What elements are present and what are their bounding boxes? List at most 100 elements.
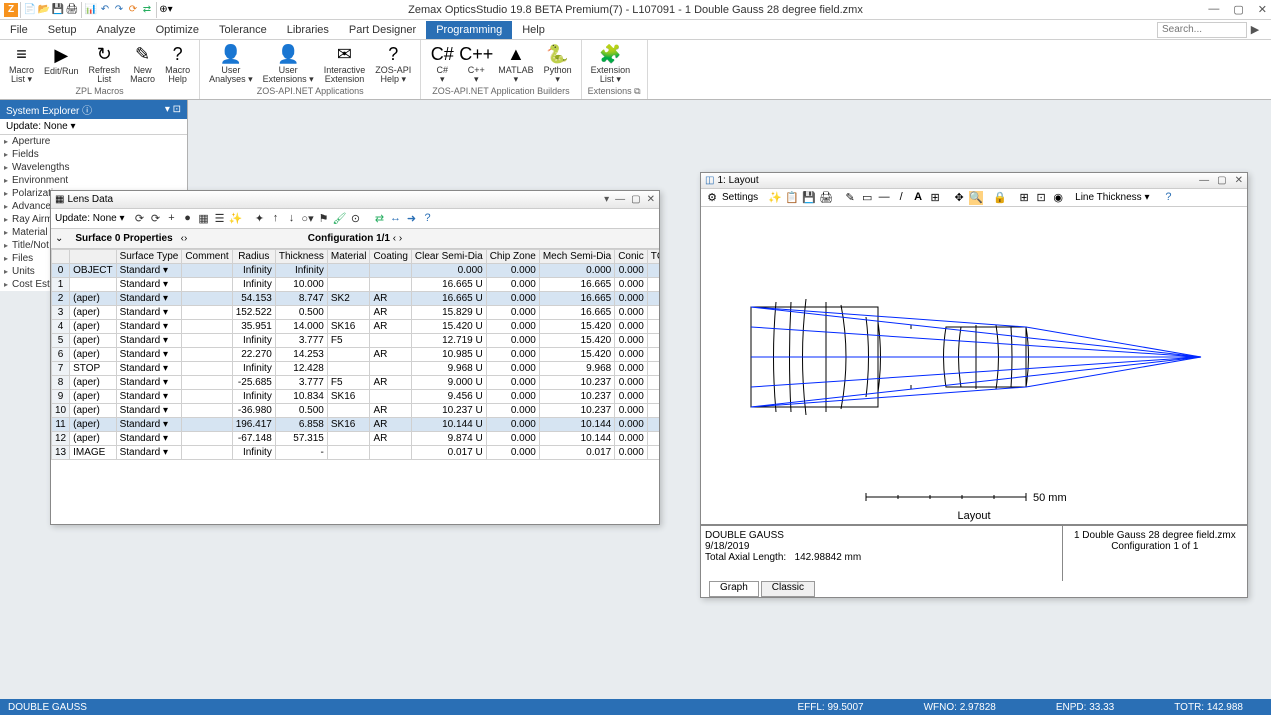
- col-chip-zone[interactable]: Chip Zone: [486, 250, 539, 264]
- close-icon[interactable]: ✕: [647, 194, 655, 205]
- table-row[interactable]: 9(aper)Standard ▾Infinity10.834SK169.456…: [52, 390, 660, 404]
- ribbon-c-[interactable]: C#C# ▾: [427, 42, 457, 84]
- help-icon[interactable]: ?: [421, 212, 435, 226]
- dropdown-icon[interactable]: ▾: [604, 194, 609, 205]
- save-icon[interactable]: 💾: [802, 191, 816, 205]
- col-clear-semi-dia[interactable]: Clear Semi-Dia: [411, 250, 486, 264]
- rect-icon[interactable]: ▭: [860, 191, 874, 205]
- table-row[interactable]: 3(aper)Standard ▾152.5220.500AR15.829 U0…: [52, 306, 660, 320]
- table-row[interactable]: 2(aper)Standard ▾54.1538.747SK2AR16.665 …: [52, 292, 660, 306]
- table-row[interactable]: 8(aper)Standard ▾-25.6853.777F5AR9.000 U…: [52, 376, 660, 390]
- new-icon[interactable]: 📄: [23, 3, 37, 17]
- layout-plot[interactable]: 50 mm Layout: [701, 207, 1247, 525]
- maximize-icon[interactable]: ▢: [1233, 3, 1243, 16]
- maximize-icon[interactable]: ▢: [631, 194, 640, 205]
- minimize-icon[interactable]: —: [1199, 175, 1209, 186]
- table-row[interactable]: 11(aper)Standard ▾196.4176.858SK16AR10.1…: [52, 418, 660, 432]
- flag-icon[interactable]: ⚑: [317, 212, 331, 226]
- expand-icon[interactable]: ⌄: [51, 233, 67, 244]
- col-material[interactable]: Material: [327, 250, 370, 264]
- refresh2-icon[interactable]: ⟳: [149, 212, 163, 226]
- grid-icon[interactable]: ▦: [197, 212, 211, 226]
- col-comment[interactable]: Comment: [182, 250, 232, 264]
- sphere-icon[interactable]: ●: [181, 212, 195, 226]
- explorer-item-environment[interactable]: Environment: [0, 174, 187, 187]
- ruler-icon[interactable]: ⊞: [928, 191, 942, 205]
- copy-icon[interactable]: 📋: [785, 191, 799, 205]
- tab-graph[interactable]: Graph: [709, 581, 759, 597]
- menu-programming[interactable]: Programming: [426, 21, 512, 39]
- lens-data-table[interactable]: Surface TypeCommentRadiusThicknessMateri…: [51, 249, 659, 460]
- undo-icon[interactable]: ↶: [98, 3, 112, 17]
- search-input[interactable]: [1157, 22, 1247, 38]
- pencil-icon[interactable]: ✎: [843, 191, 857, 205]
- col-surface-type[interactable]: Surface Type: [116, 250, 182, 264]
- arrow-icon[interactable]: ↔: [389, 212, 403, 226]
- minimize-icon[interactable]: —: [1208, 3, 1219, 16]
- slash-icon[interactable]: /: [894, 191, 908, 205]
- search-go-icon[interactable]: ▶: [1247, 23, 1263, 36]
- close-icon[interactable]: ✕: [1258, 3, 1267, 16]
- ribbon-refresh[interactable]: ↻Refresh List: [86, 42, 124, 84]
- table-row[interactable]: 0OBJECTStandard ▾InfinityInfinity0.0000.…: [52, 264, 660, 278]
- text-icon[interactable]: A: [911, 191, 925, 205]
- win2-icon[interactable]: ⊡: [1034, 191, 1048, 205]
- toggle-icon[interactable]: ⊙: [349, 212, 363, 226]
- ribbon-macro[interactable]: ≡Macro List ▾: [6, 42, 37, 84]
- ribbon-extension[interactable]: 🧩Extension List ▾: [588, 42, 634, 84]
- menu-optimize[interactable]: Optimize: [146, 21, 209, 39]
- menu-tolerance[interactable]: Tolerance: [209, 21, 277, 39]
- table-row[interactable]: 1Standard ▾Infinity10.00016.665 U0.00016…: [52, 278, 660, 292]
- target-icon[interactable]: ⊕▾: [159, 3, 173, 17]
- menu-libraries[interactable]: Libraries: [277, 21, 339, 39]
- col-coating[interactable]: Coating: [370, 250, 411, 264]
- tab-classic[interactable]: Classic: [761, 581, 815, 597]
- dash-icon[interactable]: —: [877, 191, 891, 205]
- col-radius[interactable]: Radius: [232, 250, 275, 264]
- ribbon-edit-run[interactable]: ▶Edit/Run: [41, 42, 82, 84]
- help-icon[interactable]: ?: [1161, 191, 1175, 205]
- ribbon-zos-api[interactable]: ?ZOS-API Help ▾: [372, 42, 414, 84]
- goto-icon[interactable]: ➜: [405, 212, 419, 226]
- update-dropdown[interactable]: Update: None ▾: [55, 213, 125, 224]
- table-row[interactable]: 7STOPStandard ▾Infinity12.4289.968 U0.00…: [52, 362, 660, 376]
- explorer-item-wavelengths[interactable]: Wavelengths: [0, 161, 187, 174]
- table-row[interactable]: 10(aper)Standard ▾-36.9800.500AR10.237 U…: [52, 404, 660, 418]
- minimize-icon[interactable]: —: [615, 194, 625, 205]
- bars-icon[interactable]: ☰: [213, 212, 227, 226]
- win1-icon[interactable]: ⊞: [1017, 191, 1031, 205]
- col-thickness[interactable]: Thickness: [275, 250, 327, 264]
- ribbon-user[interactable]: 👤User Extensions ▾: [260, 42, 317, 84]
- ribbon-user[interactable]: 👤User Analyses ▾: [206, 42, 256, 84]
- maximize-icon[interactable]: ▢: [1217, 175, 1226, 186]
- print-icon[interactable]: 🖨: [819, 191, 833, 205]
- menu-help[interactable]: Help: [512, 21, 555, 39]
- table-row[interactable]: 12(aper)Standard ▾-67.14857.315AR9.874 U…: [52, 432, 660, 446]
- refresh-icon[interactable]: ⟳: [126, 3, 140, 17]
- star-icon[interactable]: ✦: [253, 212, 267, 226]
- ribbon-macro[interactable]: ?Macro Help: [162, 42, 193, 84]
- explorer-update[interactable]: Update: None ▾: [0, 119, 187, 135]
- col-conic[interactable]: Conic: [615, 250, 648, 264]
- menu-analyze[interactable]: Analyze: [86, 21, 145, 39]
- wand-icon[interactable]: ✨: [768, 191, 782, 205]
- menu-file[interactable]: File: [0, 21, 38, 39]
- line-thickness[interactable]: Line Thickness ▾: [1075, 192, 1149, 203]
- chart-icon[interactable]: 📊: [84, 3, 98, 17]
- redo-icon[interactable]: ↷: [112, 3, 126, 17]
- table-row[interactable]: 4(aper)Standard ▾35.95114.000SK16AR15.42…: [52, 320, 660, 334]
- open-icon[interactable]: 📂: [37, 3, 51, 17]
- add-icon[interactable]: +: [165, 212, 179, 226]
- menu-setup[interactable]: Setup: [38, 21, 87, 39]
- ribbon-python[interactable]: 🐍Python ▾: [541, 42, 575, 84]
- wand-icon[interactable]: ✨: [229, 212, 243, 226]
- win3-icon[interactable]: ◉: [1051, 191, 1065, 205]
- table-row[interactable]: 6(aper)Standard ▾22.27014.253AR10.985 U0…: [52, 348, 660, 362]
- refresh-icon[interactable]: ⟳: [133, 212, 147, 226]
- settings-label[interactable]: Settings: [722, 192, 758, 203]
- table-row[interactable]: 13IMAGEStandard ▾Infinity-0.017 U0.0000.…: [52, 446, 660, 460]
- print-icon[interactable]: 🖨: [65, 3, 79, 17]
- menu-part-designer[interactable]: Part Designer: [339, 21, 426, 39]
- ribbon-interactive[interactable]: ✉Interactive Extension: [321, 42, 369, 84]
- save-icon[interactable]: 💾: [51, 3, 65, 17]
